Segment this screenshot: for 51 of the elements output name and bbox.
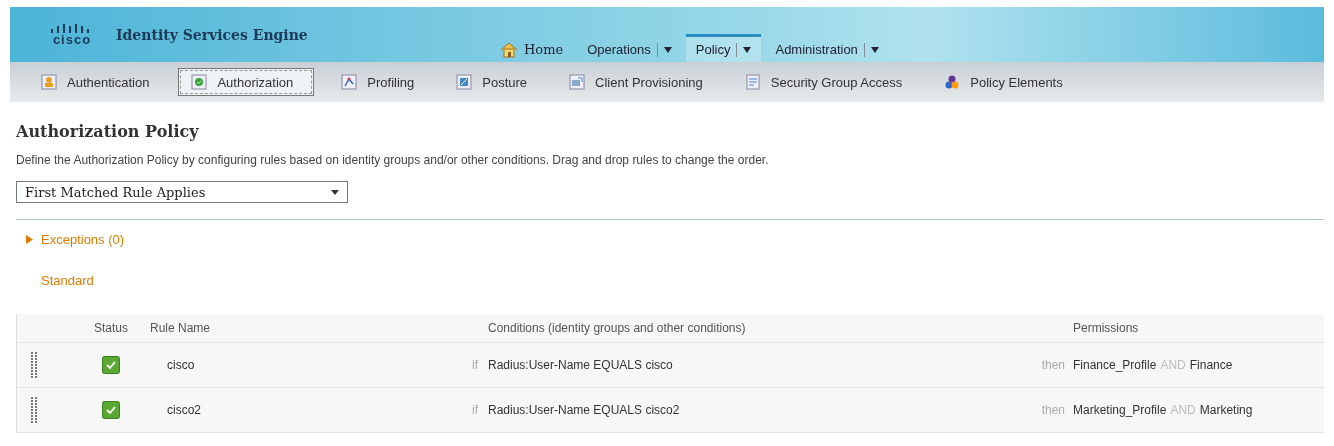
- tab-icon: [41, 74, 57, 90]
- page-description: Define the Authorization Policy by configuring rules based on identity groups and/or other conditions. Drag and drop rules to change the order.: [16, 153, 769, 167]
- tab-icon: [744, 74, 761, 90]
- and-keyword: AND: [1160, 358, 1186, 372]
- tab-icon: [341, 74, 358, 90]
- rule-condition: Radius:User-Name EQUALS cisco: [488, 358, 673, 372]
- tab-icon: [191, 74, 208, 90]
- nav-menu[interactable]: Operations: [577, 34, 682, 62]
- drag-handle-icon[interactable]: [31, 352, 37, 378]
- drag-handle-icon[interactable]: [31, 397, 37, 423]
- permission-profile: Marketing_Profile: [1073, 403, 1167, 417]
- house-icon: [500, 41, 518, 58]
- nav-menu[interactable]: Administration: [765, 34, 889, 62]
- column-header: Status: [94, 321, 128, 335]
- column-header: Conditions (identity groups and other conditions): [488, 321, 746, 335]
- caret-icon: [743, 46, 752, 53]
- rule-name: cisco: [166, 358, 195, 372]
- caret-icon: [331, 189, 339, 195]
- home-link[interactable]: Home: [490, 34, 574, 62]
- tab-icon: [456, 74, 473, 90]
- policy-tab[interactable]: Authentication: [28, 68, 165, 96]
- caret-icon: [870, 46, 879, 53]
- policy-tab[interactable]: Profiling: [328, 68, 430, 96]
- enabled-check-icon[interactable]: [102, 356, 120, 374]
- cisco-logo: cisco: [50, 23, 94, 46]
- policy-tab[interactable]: Authorization: [178, 68, 315, 96]
- and-keyword: AND: [1170, 403, 1196, 417]
- if-keyword: if: [472, 403, 479, 417]
- tab-icon: [569, 74, 586, 90]
- if-keyword: if: [472, 358, 479, 372]
- column-header: Rule Name: [150, 321, 211, 335]
- policy-tab[interactable]: Security Group Access: [731, 68, 918, 96]
- collapsed-triangle-icon: [26, 235, 33, 244]
- tab-icon: [944, 74, 961, 90]
- permission-group: Marketing: [1199, 403, 1253, 417]
- policy-tab[interactable]: Client Provisioning: [556, 68, 718, 96]
- rule-condition: Radius:User-Name EQUALS cisco2: [488, 403, 680, 417]
- permission-profile: Finance_Profile: [1073, 358, 1157, 372]
- rule-name: cisco2: [166, 403, 201, 417]
- match-mode-dropdown[interactable]: First Matched Rule Applies: [16, 181, 348, 203]
- enabled-check-icon[interactable]: [102, 401, 120, 419]
- policy-tab[interactable]: Posture: [443, 68, 543, 96]
- product-title: Identity Services Engine: [116, 26, 308, 43]
- permission-group: Finance: [1189, 358, 1233, 372]
- then-keyword: then: [1041, 403, 1066, 417]
- section-label: Standard: [41, 273, 94, 288]
- then-keyword: then: [1041, 358, 1066, 372]
- page-title: Authorization Policy: [16, 122, 199, 141]
- policy-tab[interactable]: Policy Elements: [931, 68, 1078, 96]
- caret-icon: [663, 46, 672, 53]
- column-header: Permissions: [1073, 321, 1139, 335]
